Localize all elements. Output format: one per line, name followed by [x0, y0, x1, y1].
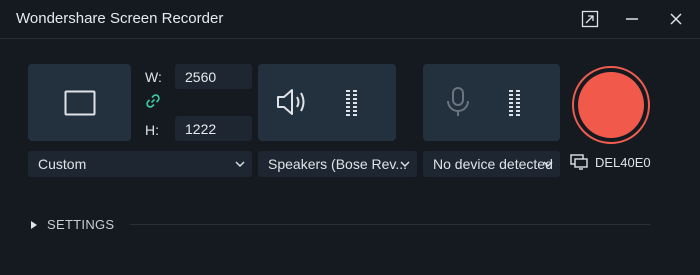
- settings-label: SETTINGS: [47, 217, 115, 232]
- close-icon: [670, 13, 682, 25]
- region-preset-value: Custom: [38, 156, 87, 172]
- microphone-device-dropdown[interactable]: No device detected: [423, 151, 560, 177]
- restore-window-icon: [581, 10, 599, 28]
- speaker-icon: [277, 89, 305, 115]
- speaker-device-dropdown[interactable]: Speakers (Bose Rev...: [258, 151, 417, 177]
- chevron-down-icon: [400, 161, 410, 167]
- width-label: W:: [145, 69, 162, 85]
- speaker-device-value: Speakers (Bose Rev...: [268, 156, 408, 172]
- title-separator: [0, 38, 700, 39]
- minimize-button[interactable]: [618, 6, 646, 32]
- title-bar: Wondershare Screen Recorder: [0, 0, 700, 38]
- settings-divider: [130, 224, 650, 225]
- chevron-down-icon: [235, 161, 245, 167]
- width-input[interactable]: 2560: [175, 64, 252, 89]
- aspect-lock-button[interactable]: [145, 93, 161, 114]
- recorder-window: Wondershare Screen Recorder W: 2560 H: 1…: [0, 0, 700, 275]
- microphone-icon: [447, 87, 469, 116]
- close-button[interactable]: [662, 6, 690, 32]
- monitor-icon: [570, 154, 588, 170]
- microphone-toggle[interactable]: [423, 64, 560, 141]
- screen-region-icon: [64, 90, 95, 115]
- restore-window-button[interactable]: [576, 6, 604, 32]
- minimize-icon: [626, 18, 638, 20]
- link-chain-icon: [146, 94, 160, 108]
- speaker-level-meter: [346, 90, 357, 116]
- chevron-down-icon: [543, 161, 553, 167]
- window-title: Wondershare Screen Recorder: [16, 10, 224, 27]
- record-button[interactable]: [572, 66, 650, 144]
- height-input[interactable]: 1222: [175, 116, 252, 141]
- height-label: H:: [145, 122, 159, 138]
- system-audio-toggle[interactable]: [258, 64, 396, 141]
- microphone-level-meter: [509, 90, 520, 116]
- capture-region-button[interactable]: [28, 64, 131, 141]
- record-button-fill: [578, 72, 644, 138]
- settings-toggle[interactable]: SETTINGS: [30, 217, 114, 232]
- region-preset-dropdown[interactable]: Custom: [28, 151, 252, 177]
- triangle-right-icon: [31, 220, 37, 229]
- display-label: DEL40E0: [595, 154, 651, 170]
- display-selector[interactable]: DEL40E0: [570, 154, 651, 170]
- microphone-device-value: No device detected: [433, 156, 553, 172]
